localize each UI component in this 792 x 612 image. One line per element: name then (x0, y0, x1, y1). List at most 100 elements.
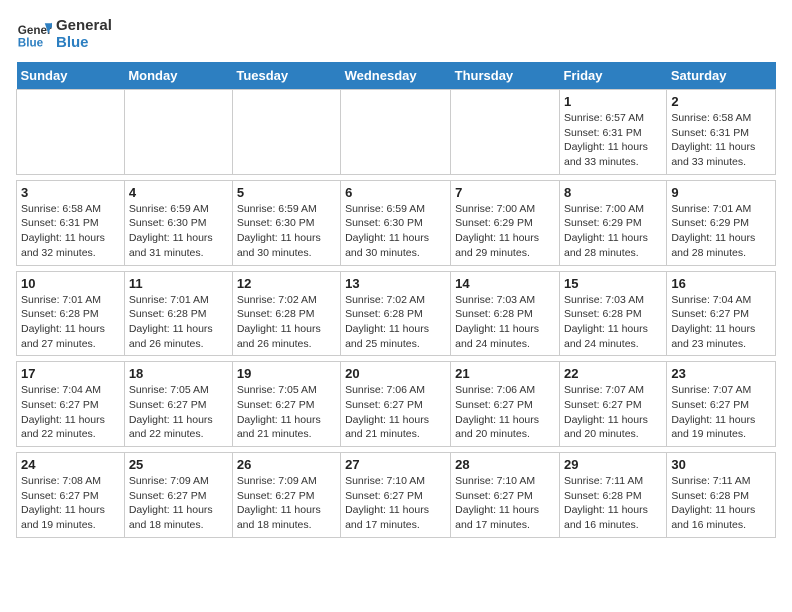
day-cell: 14 Sunrise: 7:03 AM Sunset: 6:28 PM Dayli… (451, 271, 560, 356)
day-info: Sunrise: 7:11 AM Sunset: 6:28 PM Dayligh… (671, 474, 771, 533)
day-info: Sunrise: 7:09 AM Sunset: 6:27 PM Dayligh… (129, 474, 228, 533)
day-cell: 7 Sunrise: 7:00 AM Sunset: 6:29 PM Daylig… (451, 180, 560, 265)
day-number: 16 (671, 276, 771, 291)
day-cell: 18 Sunrise: 7:05 AM Sunset: 6:27 PM Dayli… (124, 362, 232, 447)
calendar-table: SundayMondayTuesdayWednesdayThursdayFrid… (16, 62, 776, 538)
day-number: 14 (455, 276, 555, 291)
day-cell (17, 90, 125, 175)
day-info: Sunrise: 7:09 AM Sunset: 6:27 PM Dayligh… (237, 474, 336, 533)
day-cell: 26 Sunrise: 7:09 AM Sunset: 6:27 PM Dayli… (232, 453, 340, 538)
day-cell: 11 Sunrise: 7:01 AM Sunset: 6:28 PM Dayli… (124, 271, 232, 356)
day-cell: 23Sunrise: 7:07 AM Sunset: 6:27 PM Dayli… (667, 362, 776, 447)
day-number: 10 (21, 276, 120, 291)
day-number: 6 (345, 185, 446, 200)
day-number: 26 (237, 457, 336, 472)
day-cell (232, 90, 340, 175)
day-info: Sunrise: 7:06 AM Sunset: 6:27 PM Dayligh… (455, 383, 555, 442)
day-info: Sunrise: 7:01 AM Sunset: 6:28 PM Dayligh… (129, 293, 228, 352)
day-cell: 9 Sunrise: 7:01 AM Sunset: 6:29 PM Daylig… (667, 180, 776, 265)
day-number: 23 (671, 366, 771, 381)
day-info: Sunrise: 7:06 AM Sunset: 6:27 PM Dayligh… (345, 383, 446, 442)
day-cell: 27Sunrise: 7:10 AM Sunset: 6:27 PM Dayli… (341, 453, 451, 538)
day-cell: 19 Sunrise: 7:05 AM Sunset: 6:27 PM Dayli… (232, 362, 340, 447)
day-cell: 13Sunrise: 7:02 AM Sunset: 6:28 PM Dayli… (341, 271, 451, 356)
day-number: 18 (129, 366, 228, 381)
day-number: 8 (564, 185, 662, 200)
day-info: Sunrise: 7:07 AM Sunset: 6:27 PM Dayligh… (564, 383, 662, 442)
day-number: 22 (564, 366, 662, 381)
week-row-5: 24 Sunrise: 7:08 AM Sunset: 6:27 PM Dayli… (17, 453, 776, 538)
logo-text-general: General (56, 17, 112, 34)
day-number: 29 (564, 457, 662, 472)
day-cell: 22 Sunrise: 7:07 AM Sunset: 6:27 PM Dayli… (559, 362, 666, 447)
day-info: Sunrise: 7:03 AM Sunset: 6:28 PM Dayligh… (564, 293, 662, 352)
day-number: 5 (237, 185, 336, 200)
day-cell (124, 90, 232, 175)
day-cell: 28Sunrise: 7:10 AM Sunset: 6:27 PM Dayli… (451, 453, 560, 538)
day-cell: 24 Sunrise: 7:08 AM Sunset: 6:27 PM Dayli… (17, 453, 125, 538)
day-info: Sunrise: 6:59 AM Sunset: 6:30 PM Dayligh… (129, 202, 228, 261)
day-number: 28 (455, 457, 555, 472)
day-info: Sunrise: 7:00 AM Sunset: 6:29 PM Dayligh… (564, 202, 662, 261)
day-number: 20 (345, 366, 446, 381)
day-cell: 10 Sunrise: 7:01 AM Sunset: 6:28 PM Dayli… (17, 271, 125, 356)
day-cell: 8 Sunrise: 7:00 AM Sunset: 6:29 PM Daylig… (559, 180, 666, 265)
day-number: 11 (129, 276, 228, 291)
header-cell-thursday: Thursday (451, 62, 560, 90)
day-number: 2 (671, 94, 771, 109)
day-info: Sunrise: 6:57 AM Sunset: 6:31 PM Dayligh… (564, 111, 662, 170)
day-cell: 30 Sunrise: 7:11 AM Sunset: 6:28 PM Dayli… (667, 453, 776, 538)
day-info: Sunrise: 7:04 AM Sunset: 6:27 PM Dayligh… (671, 293, 771, 352)
week-row-1: 1Sunrise: 6:57 AM Sunset: 6:31 PM Daylig… (17, 90, 776, 175)
day-number: 24 (21, 457, 120, 472)
day-cell: 4 Sunrise: 6:59 AM Sunset: 6:30 PM Daylig… (124, 180, 232, 265)
day-cell: 6 Sunrise: 6:59 AM Sunset: 6:30 PM Daylig… (341, 180, 451, 265)
day-info: Sunrise: 7:10 AM Sunset: 6:27 PM Dayligh… (345, 474, 446, 533)
header-cell-friday: Friday (559, 62, 666, 90)
day-cell (451, 90, 560, 175)
header-cell-wednesday: Wednesday (341, 62, 451, 90)
day-cell: 25 Sunrise: 7:09 AM Sunset: 6:27 PM Dayli… (124, 453, 232, 538)
week-row-4: 17 Sunrise: 7:04 AM Sunset: 6:27 PM Dayli… (17, 362, 776, 447)
header-cell-monday: Monday (124, 62, 232, 90)
logo-icon: General Blue (16, 16, 52, 52)
day-cell (341, 90, 451, 175)
day-number: 9 (671, 185, 771, 200)
day-number: 12 (237, 276, 336, 291)
week-row-2: 3Sunrise: 6:58 AM Sunset: 6:31 PM Daylig… (17, 180, 776, 265)
day-number: 3 (21, 185, 120, 200)
week-row-3: 10 Sunrise: 7:01 AM Sunset: 6:28 PM Dayli… (17, 271, 776, 356)
day-number: 17 (21, 366, 120, 381)
day-info: Sunrise: 7:05 AM Sunset: 6:27 PM Dayligh… (129, 383, 228, 442)
day-info: Sunrise: 7:01 AM Sunset: 6:29 PM Dayligh… (671, 202, 771, 261)
day-cell: 21 Sunrise: 7:06 AM Sunset: 6:27 PM Dayli… (451, 362, 560, 447)
day-cell: 15 Sunrise: 7:03 AM Sunset: 6:28 PM Dayli… (559, 271, 666, 356)
svg-text:Blue: Blue (18, 37, 44, 50)
day-info: Sunrise: 6:59 AM Sunset: 6:30 PM Dayligh… (345, 202, 446, 261)
logo-text-blue: Blue (56, 34, 112, 51)
day-number: 21 (455, 366, 555, 381)
day-number: 4 (129, 185, 228, 200)
day-info: Sunrise: 7:00 AM Sunset: 6:29 PM Dayligh… (455, 202, 555, 261)
day-info: Sunrise: 6:58 AM Sunset: 6:31 PM Dayligh… (671, 111, 771, 170)
day-info: Sunrise: 7:04 AM Sunset: 6:27 PM Dayligh… (21, 383, 120, 442)
header-cell-saturday: Saturday (667, 62, 776, 90)
day-number: 19 (237, 366, 336, 381)
day-info: Sunrise: 6:59 AM Sunset: 6:30 PM Dayligh… (237, 202, 336, 261)
logo: General Blue General Blue (16, 16, 112, 52)
header-cell-tuesday: Tuesday (232, 62, 340, 90)
day-cell: 20 Sunrise: 7:06 AM Sunset: 6:27 PM Dayli… (341, 362, 451, 447)
day-number: 30 (671, 457, 771, 472)
day-info: Sunrise: 7:02 AM Sunset: 6:28 PM Dayligh… (237, 293, 336, 352)
day-number: 15 (564, 276, 662, 291)
header-row: SundayMondayTuesdayWednesdayThursdayFrid… (17, 62, 776, 90)
day-number: 25 (129, 457, 228, 472)
day-info: Sunrise: 7:02 AM Sunset: 6:28 PM Dayligh… (345, 293, 446, 352)
day-info: Sunrise: 7:01 AM Sunset: 6:28 PM Dayligh… (21, 293, 120, 352)
day-info: Sunrise: 7:08 AM Sunset: 6:27 PM Dayligh… (21, 474, 120, 533)
day-info: Sunrise: 7:05 AM Sunset: 6:27 PM Dayligh… (237, 383, 336, 442)
day-info: Sunrise: 7:03 AM Sunset: 6:28 PM Dayligh… (455, 293, 555, 352)
day-number: 7 (455, 185, 555, 200)
day-cell: 16 Sunrise: 7:04 AM Sunset: 6:27 PM Dayli… (667, 271, 776, 356)
header: General Blue General Blue (16, 16, 776, 52)
